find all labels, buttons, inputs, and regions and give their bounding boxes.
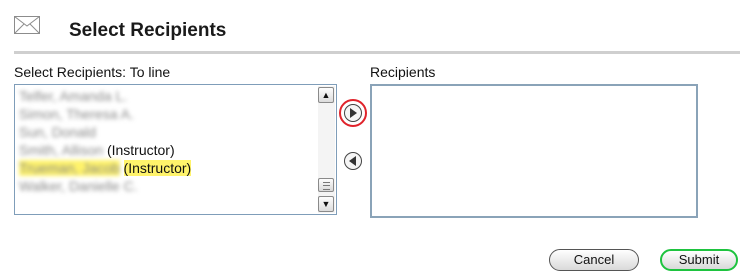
add-recipient-button[interactable] [344,104,362,122]
scroll-up-button[interactable]: ▲ [318,87,334,103]
recipient-name: Simon, Theresa A. [19,106,134,122]
vertical-scrollbar[interactable]: ▲ ▼ [318,86,335,213]
recipient-name: Telfer, Amanda L. [19,88,128,104]
recipient-option[interactable]: Smith, Allison (Instructor) [17,142,316,158]
recipient-option-highlighted[interactable]: Trueman, Jacob (Instructor) [17,160,316,176]
to-line-label: Select Recipients: To line [14,64,171,80]
recipient-role: (Instructor) [106,142,175,158]
page-title: Select Recipients [69,20,227,41]
dialog-header: Select Recipients [14,12,740,44]
recipient-option[interactable]: Simon, Theresa A. [17,106,316,122]
scroll-down-button[interactable]: ▼ [318,196,334,212]
recipient-option[interactable]: Sun, Donald [17,124,316,140]
recipient-name: Sun, Donald [19,124,97,140]
envelope-icon [14,16,40,34]
cancel-button[interactable]: Cancel [549,249,639,271]
available-recipients-listbox[interactable]: Telfer, Amanda L. Simon, Theresa A. Sun,… [14,84,337,215]
arrow-right-circle-icon [350,108,357,118]
recipient-options: Telfer, Amanda L. Simon, Theresa A. Sun,… [17,88,316,196]
remove-recipient-button[interactable] [344,152,362,170]
scroll-thumb[interactable] [318,178,334,192]
header-divider [14,51,740,54]
recipient-name: Trueman, Jacob [19,160,120,176]
recipient-name: Smith, Allison [19,142,104,158]
recipient-option[interactable]: Walker, Danielle C. [17,178,316,194]
recipient-option[interactable]: Telfer, Amanda L. [17,88,316,104]
recipients-label: Recipients [370,64,436,80]
arrow-left-circle-icon [349,156,356,166]
recipient-name: Walker, Danielle C. [19,178,138,194]
selected-recipients-listbox[interactable] [370,84,698,218]
submit-button[interactable]: Submit [660,249,738,271]
recipient-role: (Instructor) [123,160,192,176]
